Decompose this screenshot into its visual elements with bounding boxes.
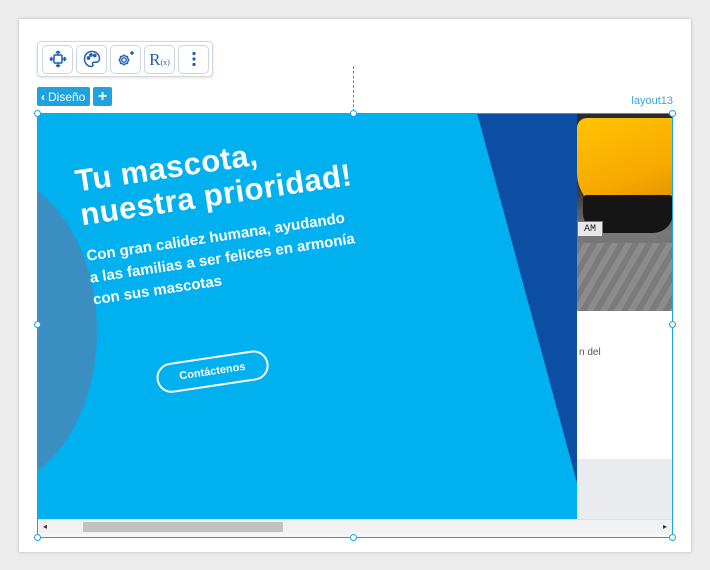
side-card: AM n del	[577, 113, 673, 459]
scroll-left-arrow[interactable]: ◂	[40, 522, 50, 531]
resize-handle-top-left[interactable]	[34, 110, 41, 117]
palette-icon	[83, 50, 100, 68]
conditional-button[interactable]: R(x)	[144, 44, 175, 74]
more-options-button[interactable]	[178, 44, 209, 74]
side-card-bottom-strip	[577, 459, 673, 521]
scroll-right-arrow[interactable]: ▸	[660, 522, 670, 531]
element-toolbar: R(x)	[37, 41, 213, 77]
scroll-thumb[interactable]	[83, 522, 283, 532]
settings-gear-icon	[118, 51, 134, 66]
move-icon	[48, 50, 67, 68]
more-vertical-icon	[191, 51, 196, 67]
chevron-left-icon: ‹	[41, 89, 45, 104]
resize-handle-left[interactable]	[34, 321, 41, 328]
hero-text-block: Tu mascota, nuestra prioridad! Con gran …	[73, 113, 484, 402]
resize-handle-top[interactable]	[350, 110, 357, 117]
style-button[interactable]	[76, 44, 107, 74]
layout-name-label: layout13	[631, 95, 673, 107]
move-button[interactable]	[42, 44, 73, 74]
card-snippet-text: n del	[579, 347, 601, 358]
car-road-shape	[577, 243, 673, 311]
alignment-guide	[353, 66, 354, 112]
design-tab-label: Diseño	[48, 89, 86, 104]
car-image: AM	[577, 113, 673, 311]
layout-canvas: AM n del Tu mascota, nuestra prioridad! …	[37, 113, 673, 538]
car-plate: AM	[577, 221, 603, 237]
settings-button[interactable]	[110, 44, 141, 74]
resize-handle-bottom[interactable]	[350, 534, 357, 541]
design-tab[interactable]: ‹ Diseño	[37, 87, 91, 106]
resize-handle-right[interactable]	[669, 321, 676, 328]
hero-banner: Tu mascota, nuestra prioridad! Con gran …	[37, 113, 577, 520]
horizontal-scrollbar[interactable]: ◂ ▸	[37, 519, 673, 533]
contact-button[interactable]: Contáctenos	[154, 348, 271, 395]
resize-handle-top-right[interactable]	[669, 110, 676, 117]
resize-handle-bottom-left[interactable]	[34, 534, 41, 541]
r-function-icon: R(x)	[149, 49, 170, 69]
resize-handle-bottom-right[interactable]	[669, 534, 676, 541]
add-button[interactable]: +	[93, 87, 112, 106]
